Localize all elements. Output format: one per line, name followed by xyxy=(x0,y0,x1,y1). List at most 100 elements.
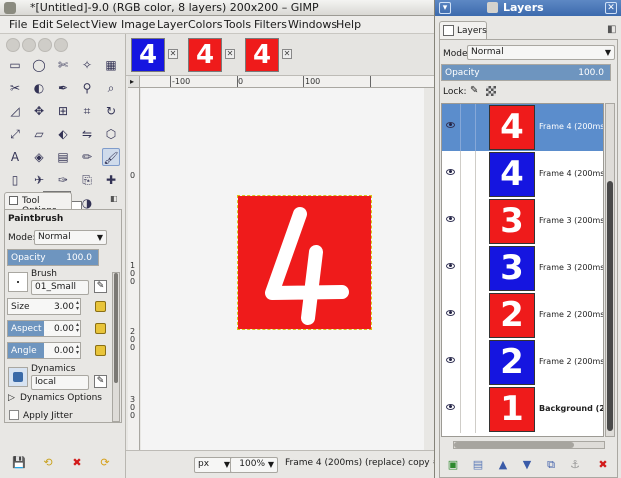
select-by-color-tool-icon[interactable]: ▦ xyxy=(102,56,120,74)
menu-tools[interactable]: Tools xyxy=(224,18,251,31)
layers-opacity-slider[interactable]: Opacity 100.0 xyxy=(441,64,611,81)
spin-arrows-icon[interactable]: ▴ ▾ xyxy=(76,300,79,312)
menu-view[interactable]: View xyxy=(91,18,117,31)
eraser-tool-icon[interactable]: ▯ xyxy=(6,171,24,189)
paintbrush-tool-icon[interactable]: 🖌 xyxy=(102,148,120,166)
layer-row[interactable]: 2 Frame 2 (200ms) ( xyxy=(442,339,603,386)
eye-icon[interactable] xyxy=(446,169,455,175)
close-tab-icon[interactable]: ✕ xyxy=(225,49,235,59)
flip-tool-icon[interactable]: ⇋ xyxy=(78,125,96,143)
brush-preview[interactable] xyxy=(8,272,28,292)
ruler-vertical[interactable]: 0 1 0 0 2 0 0 3 0 0 xyxy=(128,88,140,450)
ellipse-select-tool-icon[interactable]: ◯ xyxy=(30,56,48,74)
menu-layer[interactable]: Layer xyxy=(157,18,188,31)
airbrush-tool-icon[interactable]: ✈ xyxy=(30,171,48,189)
lock-pixels-icon[interactable]: ✎ xyxy=(470,85,478,96)
text-tool-icon[interactable]: A xyxy=(6,148,24,166)
apply-jitter-checkbox[interactable] xyxy=(9,410,19,420)
image-tab-thumbnail[interactable]: 4 xyxy=(245,38,279,72)
restore-options-icon[interactable]: ⟲ xyxy=(41,456,55,470)
crop-tool-icon[interactable]: ⌗ xyxy=(78,102,96,120)
layer-row[interactable]: 4 Frame 4 (200ms) ( xyxy=(442,104,603,151)
ruler-horizontal[interactable]: -100 0 100 xyxy=(140,76,434,88)
align-tool-icon[interactable]: ⊞ xyxy=(54,102,72,120)
spin-arrows-icon[interactable]: ▴ ▾ xyxy=(76,322,79,334)
layer-name[interactable]: Frame 4 (200ms) ( xyxy=(539,122,603,131)
menu-filters[interactable]: Filters xyxy=(254,18,287,31)
size-slider[interactable]: Size 3.00 ▴ ▾ xyxy=(7,298,81,315)
new-layer-group-icon[interactable]: ▤ xyxy=(471,458,485,472)
layers-titlebar[interactable]: ▾ Layers ✕ xyxy=(435,0,621,16)
reset-size-icon[interactable] xyxy=(95,301,106,312)
menu-image[interactable]: Image xyxy=(121,18,155,31)
rect-select-tool-icon[interactable]: ▭ xyxy=(6,56,24,74)
layer-row[interactable]: 1 Background (200 xyxy=(442,386,603,433)
menu-colors[interactable]: Colors xyxy=(188,18,222,31)
menu-help[interactable]: Help xyxy=(336,18,361,31)
lower-layer-icon[interactable]: ▼ xyxy=(520,458,534,472)
ink-tool-icon[interactable]: ✑ xyxy=(54,171,72,189)
layer-row[interactable]: 3 Frame 3 (200ms) ( xyxy=(442,198,603,245)
unit-select[interactable]: px ▼ xyxy=(194,457,234,473)
fuzzy-select-tool-icon[interactable]: ✧ xyxy=(78,56,96,74)
reset-options-icon[interactable]: ⟳ xyxy=(98,456,112,470)
scroll-thumb[interactable] xyxy=(607,181,613,431)
menu-edit[interactable]: Edit xyxy=(32,18,53,31)
free-select-tool-icon[interactable]: ✄ xyxy=(54,56,72,74)
layer-row[interactable]: 3 Frame 3 (200ms) ( xyxy=(442,245,603,292)
layer-name[interactable]: Frame 2 (200ms) ( xyxy=(539,310,603,319)
foreground-select-tool-icon[interactable]: ◐ xyxy=(30,79,48,97)
tab-tool-options[interactable]: Tool Options xyxy=(4,192,72,216)
layer-name[interactable]: Frame 3 (200ms) ( xyxy=(539,216,603,225)
main-titlebar[interactable]: *[Untitled]-9.0 (RGB color, 8 layers) 20… xyxy=(0,0,434,16)
eye-icon[interactable] xyxy=(446,216,455,222)
dynamics-field[interactable]: local xyxy=(31,375,89,390)
image-tab-thumbnail[interactable]: 4 xyxy=(131,38,165,72)
spin-arrows-icon[interactable]: ▴ ▾ xyxy=(76,344,79,356)
eye-icon[interactable] xyxy=(446,122,455,128)
dynamics-preview[interactable] xyxy=(8,367,28,387)
menu-select[interactable]: Select xyxy=(56,18,90,31)
edit-dynamics-icon[interactable]: ✎ xyxy=(94,375,107,388)
paths-tool-icon[interactable]: ✒ xyxy=(54,79,72,97)
reset-aspect-icon[interactable] xyxy=(95,323,106,334)
rotate-tool-icon[interactable]: ↻ xyxy=(102,102,120,120)
quick-mask-corner[interactable]: ▸ xyxy=(128,76,140,88)
delete-options-icon[interactable]: ✖ xyxy=(70,456,84,470)
gimp-app-icon[interactable] xyxy=(4,2,16,14)
edit-brush-icon[interactable]: ✎ xyxy=(94,280,107,293)
wilber-drop-area[interactable] xyxy=(6,38,86,52)
layer-row[interactable]: 2 Frame 2 (200ms) ( xyxy=(442,292,603,339)
aspect-slider[interactable]: Aspect ... 0.00 ▴ ▾ xyxy=(7,320,81,337)
duplicate-layer-icon[interactable]: ⧉ xyxy=(544,458,558,472)
tool-options-scrollbar[interactable] xyxy=(112,272,120,422)
canvas-area[interactable] xyxy=(141,88,434,450)
window-menu-icon[interactable]: ▾ xyxy=(439,2,451,14)
perspective-tool-icon[interactable]: ⬖ xyxy=(54,125,72,143)
dynamics-options-expander[interactable]: Dynamics Options xyxy=(20,393,102,403)
move-tool-icon[interactable]: ✥ xyxy=(30,102,48,120)
scroll-thumb[interactable] xyxy=(454,442,574,448)
eye-icon[interactable] xyxy=(446,263,455,269)
mode-select[interactable]: Normal ▼ xyxy=(34,230,107,245)
pencil-tool-icon[interactable]: ✏ xyxy=(78,148,96,166)
zoom-tool-icon[interactable]: ⌕ xyxy=(102,79,120,97)
lock-alpha-icon[interactable] xyxy=(486,86,496,96)
opacity-slider[interactable]: Opacity 100.0 xyxy=(7,249,99,266)
brush-field[interactable]: 01_Small xyxy=(31,280,89,295)
shear-tool-icon[interactable]: ▱ xyxy=(30,125,48,143)
scale-tool-icon[interactable]: ⤢ xyxy=(6,125,24,143)
menu-file[interactable]: File xyxy=(9,18,27,31)
close-icon[interactable]: ✕ xyxy=(605,2,617,14)
layer-row[interactable]: 4 Frame 4 (200ms) ( xyxy=(442,151,603,198)
zoom-select[interactable]: 100% ▼ xyxy=(230,457,278,473)
blend-tool-icon[interactable]: ▤ xyxy=(54,148,72,166)
color-picker-tool-icon[interactable]: ⚲ xyxy=(78,79,96,97)
layer-name[interactable]: Frame 4 (200ms) ( xyxy=(539,169,603,178)
eye-icon[interactable] xyxy=(446,310,455,316)
cage-tool-icon[interactable]: ⬡ xyxy=(102,125,120,143)
scissors-tool-icon[interactable]: ✂ xyxy=(6,79,24,97)
clone-tool-icon[interactable]: ⎘ xyxy=(78,171,96,189)
eye-icon[interactable] xyxy=(446,404,455,410)
reset-angle-icon[interactable] xyxy=(95,345,106,356)
